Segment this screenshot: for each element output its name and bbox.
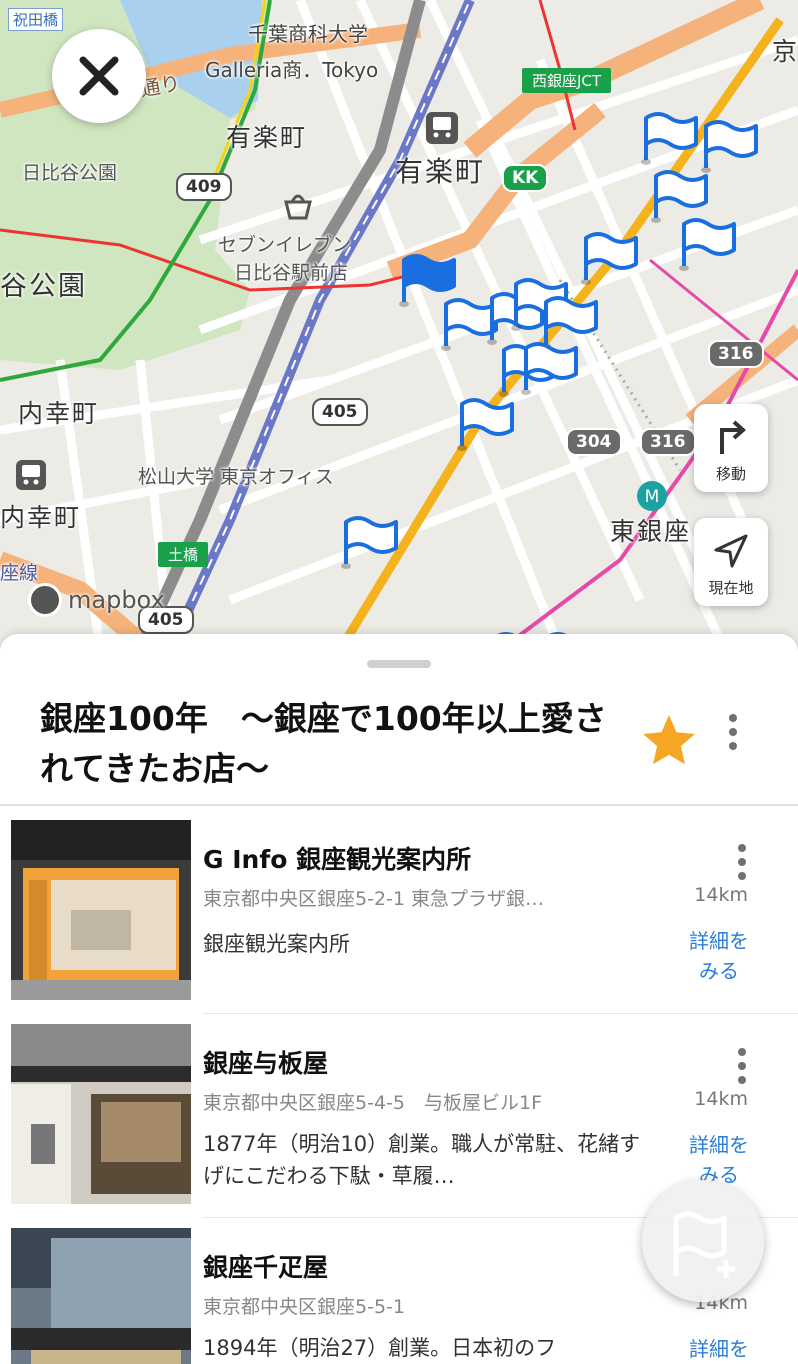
shop-photo bbox=[11, 1228, 191, 1364]
label-sen: 座線 bbox=[0, 562, 39, 584]
svg-text:M: M bbox=[645, 487, 660, 507]
label-kyo: 京 bbox=[772, 37, 798, 66]
attribution-text: mapbox bbox=[68, 586, 165, 614]
flag-icon[interactable] bbox=[678, 214, 742, 274]
label-park-large: 谷公園 bbox=[0, 271, 87, 302]
item-more-button[interactable] bbox=[736, 1048, 748, 1090]
route-405: 405 bbox=[312, 398, 368, 426]
row-separator bbox=[203, 1013, 798, 1014]
shop-distance: 14km bbox=[694, 884, 748, 906]
flag-icon[interactable] bbox=[640, 108, 704, 168]
list-item[interactable]: G Info 銀座観光案内所 東京都中央区銀座5-2-1 東急プラザ銀… 14k… bbox=[0, 820, 798, 1020]
list-more-button[interactable] bbox=[727, 714, 739, 756]
flag-add-icon bbox=[673, 1211, 735, 1278]
shop-address: 東京都中央区銀座5-2-1 東急プラザ銀… bbox=[203, 888, 545, 910]
map-view[interactable]: 祝田橋 千葉商科大学 Galleria商．Tokyo 通り 有楽町 有楽町 日比… bbox=[0, 0, 798, 650]
list-title: 銀座100年 ～銀座で100年以上愛されてきたお店～ bbox=[40, 699, 607, 788]
mapbox-logo bbox=[28, 583, 62, 617]
label-uchisaiwaicho-area: 内幸町 bbox=[18, 399, 100, 428]
item-more-button[interactable] bbox=[736, 844, 748, 886]
label-seven-eleven-branch: 日比谷駅前店 bbox=[234, 262, 349, 284]
navigation-arrow-icon bbox=[714, 534, 748, 568]
shop-photo bbox=[11, 1024, 191, 1204]
turn-right-icon bbox=[720, 420, 747, 454]
close-icon bbox=[79, 56, 119, 96]
shop-description: 銀座観光案内所 bbox=[203, 932, 350, 956]
flag-icon[interactable] bbox=[456, 394, 520, 454]
train-icon bbox=[426, 112, 458, 144]
label-uchisaiwaicho-station: 内幸町 bbox=[0, 503, 82, 532]
shop-name: 銀座千疋屋 bbox=[203, 1253, 329, 1282]
detail-link[interactable]: 詳細を bbox=[684, 1334, 754, 1364]
move-label: 移動 bbox=[715, 465, 746, 483]
shop-description: 1894年（明治27）創業。日本初のフ bbox=[203, 1336, 557, 1360]
shop-photo bbox=[11, 820, 191, 1000]
shop-name: 銀座与板屋 bbox=[203, 1049, 329, 1078]
flag-icon[interactable] bbox=[340, 512, 404, 572]
shop-description: 1877年（明治10）創業。職人が常駐、花緒すげにこだわる下駄・草履… bbox=[203, 1132, 641, 1188]
shop-address: 東京都中央区銀座5-4-5 与板屋ビル1F bbox=[203, 1092, 542, 1114]
title-divider bbox=[0, 804, 798, 806]
metro-icon: M bbox=[637, 481, 667, 511]
label-chiba-univ: 千葉商科大学 bbox=[248, 22, 368, 46]
label-hibiya-bridge: 祝田橋 bbox=[8, 8, 64, 31]
shop-distance: 14km bbox=[694, 1088, 748, 1110]
label-galleria: Galleria商．Tokyo bbox=[205, 58, 379, 82]
detail-link[interactable]: 詳細をみる bbox=[684, 926, 754, 986]
label-yurakucho-station: 有楽町 bbox=[395, 155, 486, 188]
mapbox-attribution[interactable]: mapbox bbox=[28, 582, 165, 618]
route-316-upper: 316 bbox=[708, 340, 764, 368]
close-button[interactable] bbox=[52, 29, 146, 123]
sheet-drag-handle[interactable] bbox=[367, 660, 431, 668]
current-location-button[interactable]: 現在地 bbox=[694, 518, 768, 606]
add-flag-button[interactable] bbox=[642, 1180, 764, 1302]
route-304: 304 bbox=[566, 428, 622, 456]
label-matsuyama: 松山大学 東京オフィス bbox=[138, 466, 334, 488]
label-yurakucho-area: 有楽町 bbox=[226, 123, 308, 152]
flag-icon[interactable] bbox=[520, 338, 584, 398]
label-hibiya-park: 日比谷公園 bbox=[22, 162, 118, 184]
route-316: 316 bbox=[640, 428, 696, 456]
flag-icon[interactable] bbox=[580, 228, 644, 288]
move-button[interactable]: 移動 bbox=[694, 404, 768, 492]
junction-dobashi: 土橋 bbox=[158, 542, 209, 567]
route-409: 409 bbox=[176, 173, 232, 201]
current-location-label: 現在地 bbox=[708, 579, 754, 597]
shop-address: 東京都中央区銀座5-5-1 bbox=[203, 1296, 405, 1318]
train-icon bbox=[16, 460, 46, 490]
basket-icon bbox=[284, 194, 312, 220]
junction-nishiginza: 西銀座JCT bbox=[522, 68, 612, 93]
star-icon[interactable] bbox=[638, 710, 700, 772]
label-higashi-ginza: 東銀座 bbox=[610, 517, 692, 546]
route-kk: KK bbox=[502, 164, 549, 192]
label-seven-eleven: セブンイレブン bbox=[218, 234, 352, 256]
shop-name: G Info 銀座観光案内所 bbox=[203, 845, 472, 874]
